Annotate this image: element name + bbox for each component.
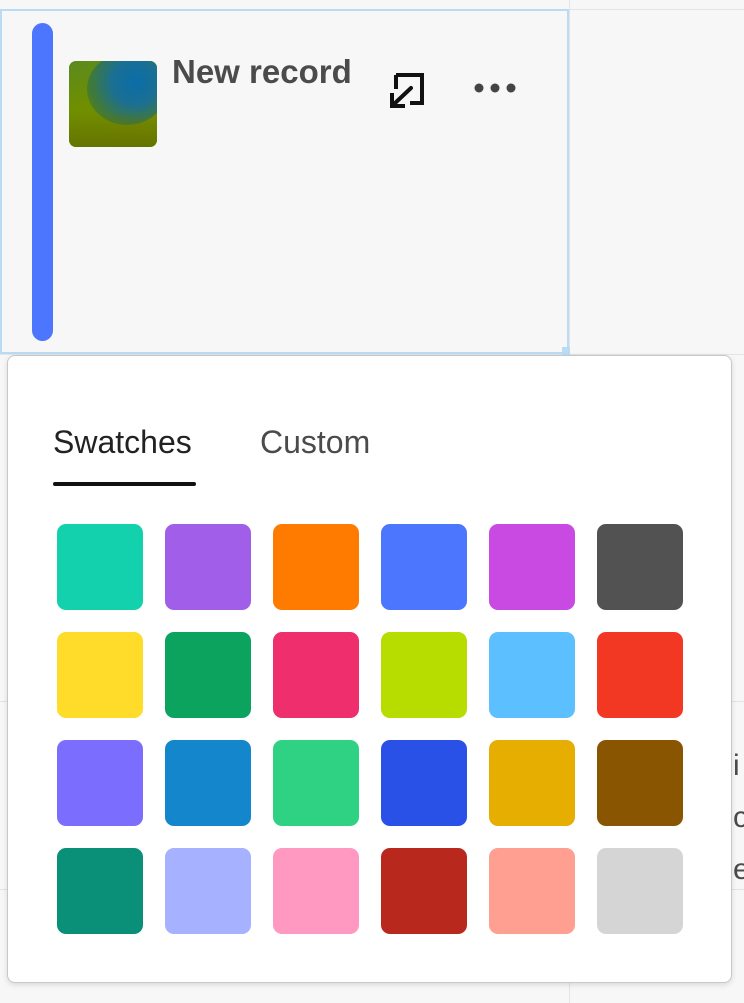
color-swatch[interactable] [489, 740, 575, 826]
color-swatch[interactable] [597, 848, 683, 934]
color-swatch[interactable] [381, 848, 467, 934]
color-swatch[interactable] [381, 740, 467, 826]
color-swatch[interactable] [165, 848, 251, 934]
color-swatch[interactable] [57, 740, 143, 826]
tab-selected-indicator [53, 482, 196, 486]
color-swatch[interactable] [57, 632, 143, 718]
color-swatch[interactable] [489, 524, 575, 610]
swatch-grid [57, 524, 683, 934]
open-in-new-icon[interactable] [388, 69, 428, 109]
color-swatch[interactable] [489, 632, 575, 718]
color-swatch[interactable] [597, 740, 683, 826]
color-swatch[interactable] [165, 524, 251, 610]
side-text-fragment: e [733, 853, 744, 886]
more-options-icon[interactable] [472, 81, 518, 95]
side-text-fragment: i [733, 749, 740, 782]
record-title[interactable]: New record [172, 53, 352, 91]
color-swatch[interactable] [165, 632, 251, 718]
color-swatch[interactable] [381, 524, 467, 610]
color-swatch[interactable] [273, 848, 359, 934]
color-swatch[interactable] [57, 848, 143, 934]
color-swatch[interactable] [273, 632, 359, 718]
color-swatch[interactable] [597, 524, 683, 610]
color-swatch[interactable] [273, 524, 359, 610]
record-card[interactable]: New record [0, 9, 570, 355]
color-picker-popover: Swatches Custom [7, 355, 732, 983]
color-swatch[interactable] [57, 524, 143, 610]
tab-custom[interactable]: Custom [260, 424, 370, 461]
tab-swatches[interactable]: Swatches [53, 424, 192, 461]
color-swatch[interactable] [273, 740, 359, 826]
resize-handle[interactable] [562, 347, 570, 355]
color-swatch[interactable] [165, 740, 251, 826]
color-swatch[interactable] [381, 632, 467, 718]
color-swatch[interactable] [489, 848, 575, 934]
record-thumbnail [69, 61, 157, 147]
side-text-fragment: c [733, 801, 744, 834]
color-swatch[interactable] [597, 632, 683, 718]
record-color-bar[interactable] [32, 23, 53, 341]
